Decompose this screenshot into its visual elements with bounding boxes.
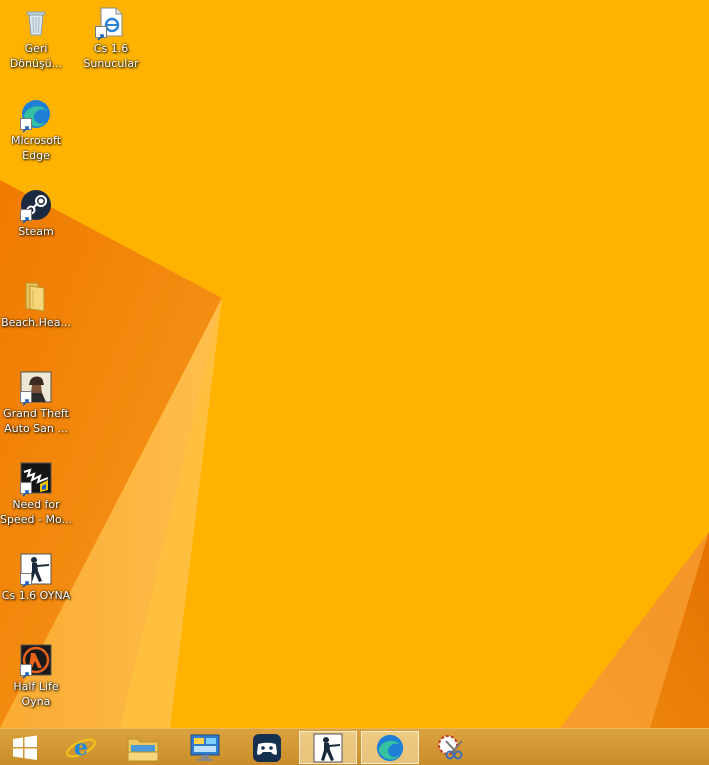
- recycle-bin-icon: [20, 6, 52, 38]
- shortcut-arrow-icon: [20, 482, 32, 497]
- shortcut-arrow-icon: [95, 26, 107, 41]
- taskbar-snipping-tool[interactable]: [423, 731, 481, 764]
- desktop-icon-label: Cs 1.6 Sunucular: [83, 42, 139, 70]
- folder-icon: [20, 280, 52, 312]
- svg-text:e: e: [74, 735, 88, 761]
- edge-icon: [376, 734, 404, 761]
- desktop-icon-label: Need for Speed - Mo...: [0, 498, 72, 526]
- desktop-icon-label: Geri Dönüşü...: [9, 42, 63, 70]
- cs16-play-icon-item[interactable]: Cs 1.6 OYNA: [0, 553, 72, 603]
- counter-strike-icon: [20, 553, 52, 588]
- microsoft-edge-icon-item[interactable]: Microsoft Edge: [0, 98, 72, 163]
- steam-icon: [20, 189, 52, 224]
- taskbar-control-panel[interactable]: [176, 731, 234, 764]
- internet-explorer-icon: e: [66, 735, 96, 761]
- shortcut-arrow-icon: [20, 209, 32, 224]
- taskbar-counter-strike[interactable]: [299, 731, 357, 764]
- taskbar-gamepad-app[interactable]: [238, 731, 296, 764]
- steam-icon-item[interactable]: Steam: [0, 189, 72, 239]
- file-explorer-icon: [127, 738, 159, 761]
- wallpaper: [0, 0, 709, 728]
- cs16-servers-icon-item[interactable]: Cs 1.6 Sunucular: [75, 6, 147, 71]
- counter-strike-icon: [313, 733, 343, 762]
- taskbar-file-explorer[interactable]: [114, 731, 172, 764]
- shortcut-arrow-icon: [20, 118, 32, 133]
- gta-san-andreas-icon: [20, 371, 52, 406]
- windows-logo-icon: [13, 735, 37, 760]
- internet-shortcut-icon: [95, 6, 127, 41]
- desktop-icon-label: Half Life Oyna: [13, 680, 59, 708]
- half-life-icon: [20, 644, 52, 679]
- need-for-speed-icon: [20, 462, 52, 497]
- desktop-icon-label: Grand Theft Auto San ...: [3, 407, 69, 435]
- desktop-icon-label: Steam: [18, 225, 54, 238]
- beach-head-folder-icon-item[interactable]: Beach.Hea...: [0, 280, 72, 330]
- shortcut-arrow-icon: [20, 664, 32, 679]
- gta-san-andreas-icon-item[interactable]: Grand Theft Auto San ...: [0, 371, 72, 436]
- desktop-icon-label: Cs 1.6 OYNA: [1, 589, 71, 602]
- shortcut-arrow-icon: [20, 391, 32, 406]
- need-for-speed-icon-item[interactable]: Need for Speed - Mo...: [0, 462, 72, 527]
- control-panel-icon: [190, 734, 220, 761]
- half-life-play-icon-item[interactable]: Half Life Oyna: [0, 644, 72, 709]
- gamepad-icon: [253, 733, 281, 762]
- taskbar-microsoft-edge[interactable]: [361, 731, 419, 764]
- snipping-tool-icon: [438, 734, 463, 759]
- shortcut-arrow-icon: [20, 573, 32, 588]
- taskbar: e: [0, 728, 709, 765]
- taskbar-internet-explorer[interactable]: e: [52, 731, 110, 764]
- edge-icon: [20, 98, 52, 133]
- desktop-icon-label: Beach.Hea...: [1, 316, 71, 329]
- desktop-icon-label: Microsoft Edge: [10, 134, 62, 162]
- recycle-bin-icon-item[interactable]: Geri Dönüşü...: [0, 6, 72, 71]
- start-button[interactable]: [0, 731, 50, 764]
- desktop[interactable]: Geri Dönüşü... Cs 1.6 Sunucular Microsof…: [0, 0, 709, 728]
